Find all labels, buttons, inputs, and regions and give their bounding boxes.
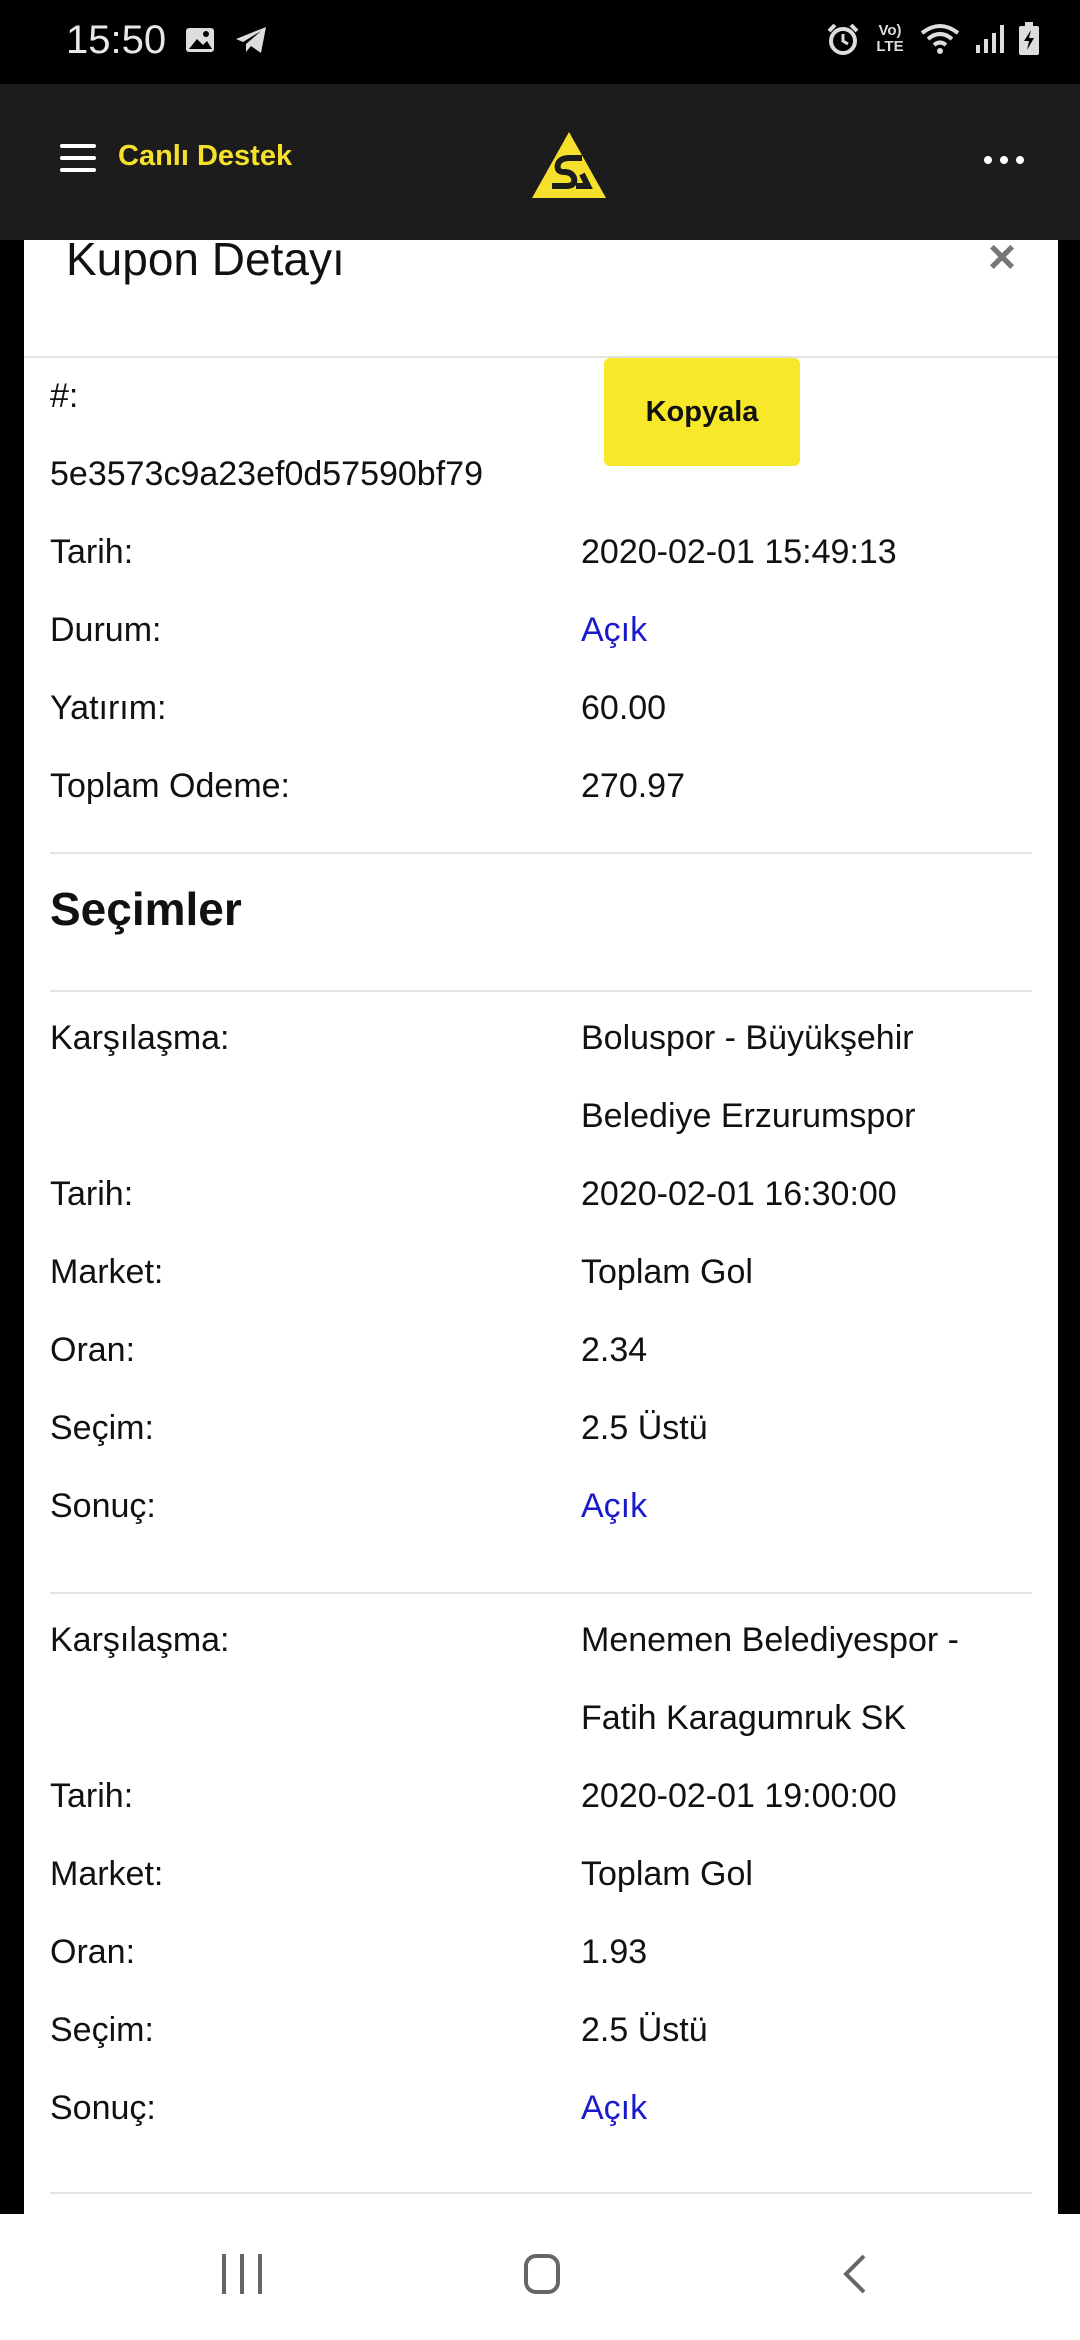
signal-icon [976, 25, 1004, 53]
selection-label: Oran: [50, 1331, 136, 1369]
status-time: 15:50 [66, 18, 167, 62]
selection-value: 2.5 Üstü [581, 2011, 708, 2049]
selection-value: 1.93 [581, 1933, 648, 1971]
summary-label: Yatırım: [50, 689, 167, 727]
hash-label: #: [50, 377, 79, 415]
match-line: Belediye Erzurumspor [581, 1097, 916, 1135]
summary-value: 270.97 [581, 767, 685, 805]
divider [50, 2192, 1032, 2194]
coupon-detail-modal: Kupon Detayı × #: Kopyala 5e3573c9a23ef0… [24, 240, 1058, 2214]
selection-label: Tarih: [50, 1777, 134, 1815]
system-nav-bar [0, 2214, 1080, 2340]
summary-value: 2020-02-01 15:49:13 [581, 533, 897, 571]
divider [50, 852, 1032, 854]
selection-label: Sonuç: [50, 1487, 156, 1525]
selection-value: Toplam Gol [581, 1253, 753, 1291]
battery-icon [1019, 22, 1039, 55]
selections-title: Seçimler [50, 883, 242, 935]
selection-label: Market: [50, 1855, 164, 1893]
selection-label: Tarih: [50, 1175, 134, 1213]
selection-label: Oran: [50, 1933, 136, 1971]
selection-value: 2.34 [581, 1331, 648, 1369]
summary-label: Durum: [50, 611, 162, 649]
summary-label: Tarih: [50, 533, 134, 571]
match-line: Fatih Karagumruk SK [581, 1699, 907, 1737]
match-line: Boluspor - Büyükşehir [581, 1019, 914, 1057]
divider [50, 1592, 1032, 1594]
modal-title: Kupon Detayı [66, 240, 345, 285]
selection-label: Seçim: [50, 1409, 154, 1447]
home-icon[interactable] [524, 2254, 560, 2294]
live-support-link[interactable]: Canlı Destek [118, 140, 292, 173]
alarm-icon [827, 23, 859, 55]
match-label: Karşılaşma: [50, 1019, 230, 1057]
selection-value: Toplam Gol [581, 1855, 753, 1893]
more-dots-icon[interactable] [984, 156, 1024, 164]
selection-value: 2020-02-01 16:30:00 [581, 1175, 897, 1213]
summary-label: Toplam Odeme: [50, 767, 290, 805]
recents-icon[interactable] [222, 2254, 262, 2294]
status-bar: 15:50 Vo) LTE [0, 0, 1080, 84]
selection-value: 2020-02-01 19:00:00 [581, 1777, 897, 1815]
hamburger-icon[interactable] [60, 144, 96, 174]
match-label: Karşılaşma: [50, 1621, 230, 1659]
status-badge: Açık [581, 611, 648, 649]
volte-icon: Vo) LTE [876, 22, 904, 55]
selection-label: Seçim: [50, 2011, 154, 2049]
wifi-icon [920, 24, 960, 54]
app-bar: Canlı Destek [0, 84, 1080, 240]
divider [50, 990, 1032, 992]
image-icon [186, 28, 214, 52]
status-badge: Açık [581, 2089, 648, 2127]
selection-label: Market: [50, 1253, 164, 1291]
brand-logo-icon[interactable] [530, 130, 608, 200]
divider [24, 356, 1058, 358]
back-icon[interactable] [836, 2252, 880, 2296]
match-line: Menemen Belediyespor - [581, 1621, 959, 1659]
status-badge: Açık [581, 1487, 648, 1525]
hash-value: 5e3573c9a23ef0d57590bf79 [50, 455, 483, 493]
copy-button[interactable]: Kopyala [604, 358, 800, 466]
telegram-icon [236, 27, 266, 53]
close-icon[interactable]: × [982, 240, 1022, 282]
selection-label: Sonuç: [50, 2089, 156, 2127]
summary-value: 60.00 [581, 689, 667, 727]
selection-value: 2.5 Üstü [581, 1409, 708, 1447]
